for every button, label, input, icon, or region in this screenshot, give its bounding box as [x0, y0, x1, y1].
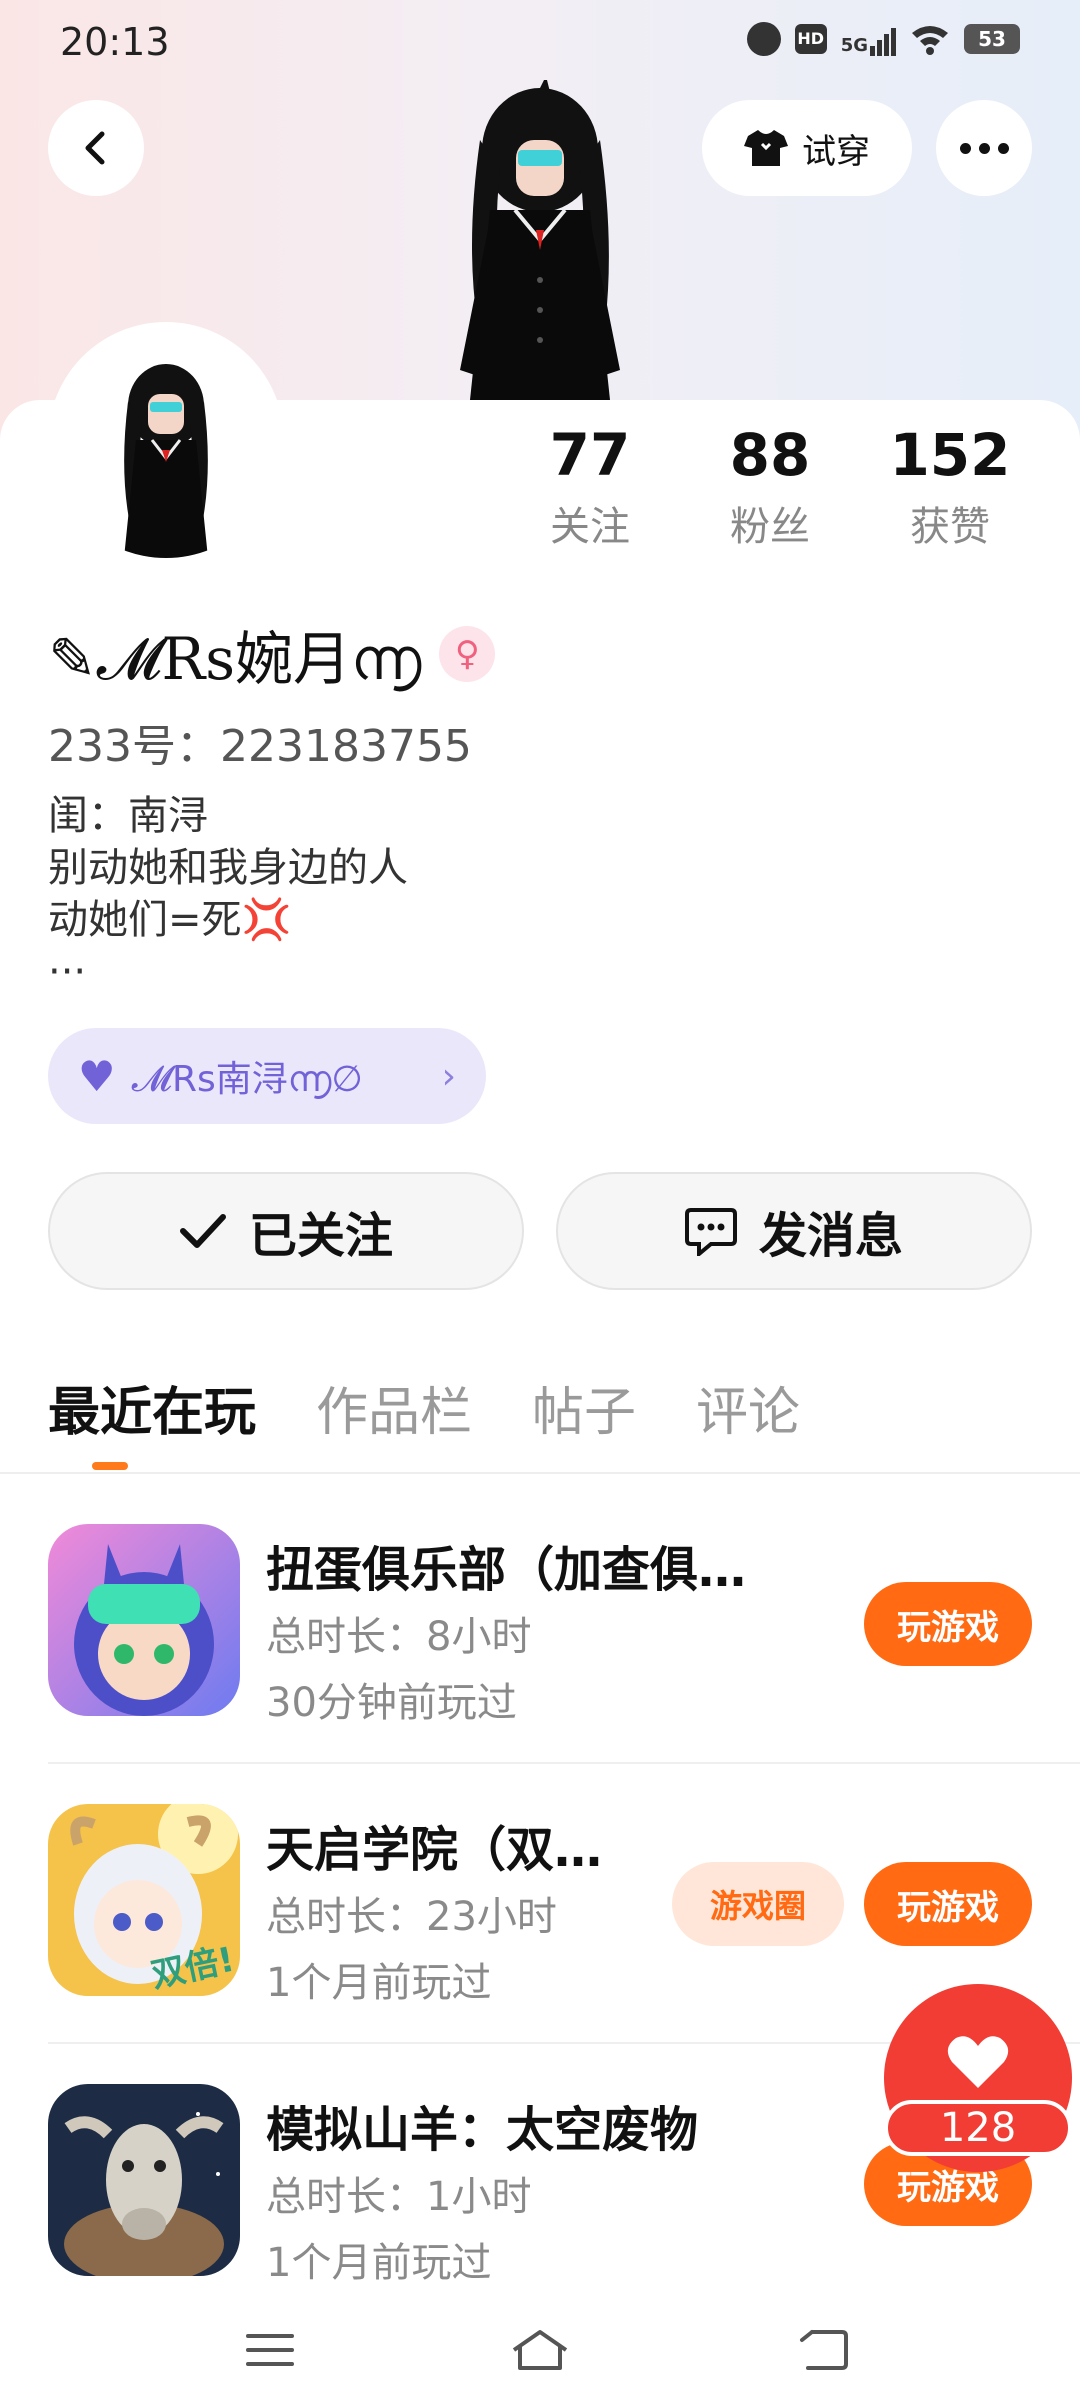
game-title: 天启学院（双…: [266, 1822, 603, 1878]
stat-label: 获赞: [910, 504, 990, 550]
more-icon: [959, 142, 1009, 154]
game-icon-apocalypse-academy[interactable]: 双倍!: [48, 1804, 240, 1996]
network-type: 5G: [840, 35, 868, 56]
more-button[interactable]: [936, 100, 1032, 196]
chevron-right-icon: ›: [441, 1055, 456, 1097]
bio[interactable]: 闺：南浔 别动她和我身边的人 动她们=死💢 ···: [48, 790, 408, 998]
back-nav-icon[interactable]: [784, 2320, 864, 2380]
stat-value: 77: [549, 421, 631, 489]
heart-icon: [947, 2036, 1009, 2088]
game-last-played: 1个月前玩过: [266, 2240, 492, 2286]
stat-label: 粉丝: [730, 504, 810, 550]
status-time: 20:13: [60, 20, 170, 64]
tryon-button[interactable]: 试穿: [702, 100, 912, 196]
user-id[interactable]: 233号：223183755: [48, 710, 472, 774]
stat-value: 152: [889, 421, 1011, 489]
avatar-image: [124, 364, 208, 558]
chat-bubble-icon: [684, 1208, 737, 1256]
game-duration: 总时长：23小时: [266, 1894, 557, 1940]
home-icon[interactable]: [500, 2320, 580, 2380]
following-label: 已关注: [248, 1208, 393, 1264]
bio-line-text: 动她们=死: [48, 897, 242, 943]
check-icon: [179, 1214, 226, 1248]
tryon-label: 试穿: [802, 131, 870, 172]
signal-icon: 5G: [841, 22, 896, 56]
game-icon-goat-simulator[interactable]: [48, 2084, 240, 2276]
like-count: 128: [884, 2100, 1072, 2156]
menu-icon[interactable]: [230, 2320, 310, 2380]
tab-comments[interactable]: 评论: [696, 1370, 800, 1445]
game-title: 模拟山羊：太空废物: [266, 2102, 699, 2158]
cp-name: 𝓜Rs南浔൬∅: [131, 1059, 363, 1100]
alarm-icon: [746, 22, 781, 56]
tab-divider: [0, 1472, 1080, 1474]
game-row[interactable]: 双倍! 天启学院（双… 总时长：23小时 1个月前玩过 游戏圈 玩游戏: [48, 1804, 1048, 2006]
following-button[interactable]: 已关注: [48, 1172, 524, 1290]
tab-posts[interactable]: 帖子: [532, 1370, 636, 1445]
play-game-button[interactable]: 玩游戏: [864, 1862, 1032, 1946]
row-divider: [48, 1762, 1080, 1764]
game-circle-button[interactable]: 游戏圈: [672, 1862, 844, 1946]
anger-emoji-icon: 💢: [241, 897, 292, 943]
game-last-played: 1个月前玩过: [266, 1960, 492, 2006]
character-figure[interactable]: [420, 80, 660, 400]
play-game-button[interactable]: 玩游戏: [864, 1582, 1032, 1666]
battery-icon: 53: [964, 24, 1020, 54]
bio-line: 闺：南浔: [48, 793, 208, 839]
message-label: 发消息: [758, 1208, 903, 1264]
tshirt-icon: [744, 130, 788, 166]
username-row: ✎𝓜Rs婉月൬ ♀: [48, 612, 496, 696]
stat-label: 关注: [550, 504, 630, 550]
avatar[interactable]: [48, 322, 284, 558]
cp-relationship-pill[interactable]: ♥ 𝓜Rs南浔൬∅ ›: [48, 1028, 486, 1124]
profile-stats: 77 关注 88 粉丝 152 获赞: [500, 420, 1040, 552]
active-tab-indicator: [92, 1462, 128, 1470]
back-icon: [85, 131, 105, 165]
bio-line: 动她们=死💢: [48, 894, 408, 946]
game-title: 扭蛋俱乐部（加查俱…: [266, 1542, 747, 1598]
gender-female-icon: ♀: [439, 626, 496, 682]
game-icon-gacha-club[interactable]: [48, 1524, 240, 1716]
back-button[interactable]: [48, 100, 144, 196]
bio-more: ···: [48, 949, 87, 995]
game-row[interactable]: 扭蛋俱乐部（加查俱… 总时长：8小时 30分钟前玩过 玩游戏: [48, 1524, 1048, 1726]
status-bar: 20:13 HD 5G 53: [0, 0, 1080, 84]
hd-icon: HD: [794, 24, 827, 54]
tab-works[interactable]: 作品栏: [316, 1370, 472, 1445]
tab-recently-played[interactable]: 最近在玩: [48, 1370, 256, 1445]
game-last-played: 30分钟前玩过: [266, 1680, 517, 1726]
stat-likes[interactable]: 152 获赞: [860, 420, 1040, 552]
stat-following[interactable]: 77 关注: [500, 420, 680, 552]
bio-line: 别动她和我身边的人: [48, 845, 408, 891]
message-button[interactable]: 发消息: [556, 1172, 1032, 1290]
wifi-icon: [910, 23, 950, 55]
stat-followers[interactable]: 88 粉丝: [680, 420, 860, 552]
username: ✎𝓜Rs婉月൬: [48, 625, 422, 693]
game-duration: 总时长：1小时: [266, 2174, 532, 2220]
heart-icon: ♥: [78, 1051, 116, 1101]
system-nav-bar: [0, 2300, 1080, 2408]
status-icons: HD 5G 53: [746, 22, 1020, 56]
stat-value: 88: [729, 421, 811, 489]
profile-tabs: 最近在玩 作品栏 帖子 评论: [48, 1370, 800, 1445]
game-duration: 总时长：8小时: [266, 1614, 532, 1660]
